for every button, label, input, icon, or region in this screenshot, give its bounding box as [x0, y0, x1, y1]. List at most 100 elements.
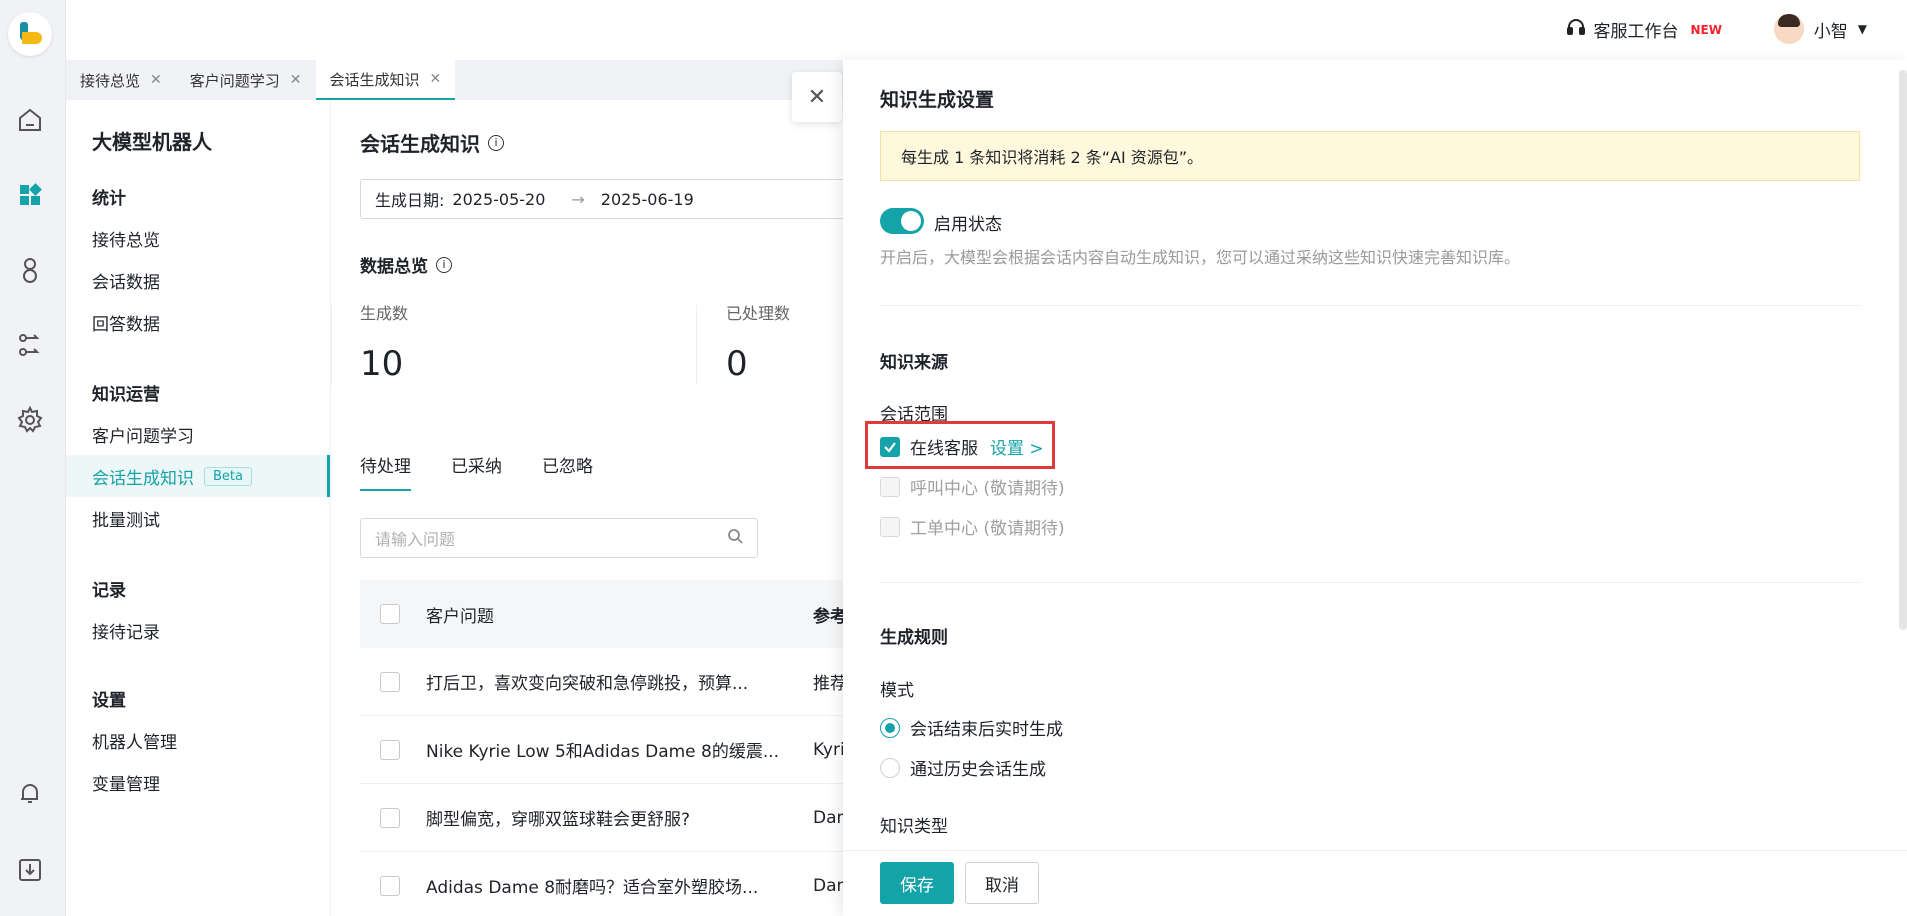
- scope-option-call-center: 呼叫中心 (敬请期待): [880, 474, 1065, 499]
- table-row[interactable]: 打后卫，喜欢变向突破和急停跳投，预算... 推荐: [360, 648, 851, 716]
- mode-option-label: 通过历史会话生成: [910, 760, 1046, 780]
- date-start[interactable]: 2025-05-20: [452, 190, 545, 209]
- table-row[interactable]: Nike Kyrie Low 5和Adidas Dame 8的缓震... Kyr…: [360, 716, 851, 784]
- checkbox-ticket-center: [880, 516, 900, 537]
- caret-down-icon: ▼: [1857, 22, 1867, 36]
- page-tabs: 接待总览 ✕ 客户问题学习 ✕ 会话生成知识 ✕: [66, 60, 846, 100]
- row-checkbox[interactable]: [380, 875, 400, 896]
- close-icon[interactable]: ✕: [150, 72, 162, 88]
- date-range-picker[interactable]: 生成日期: 2025-05-20 → 2025-06-19: [360, 179, 851, 219]
- tab-pending[interactable]: 待处理: [360, 452, 411, 491]
- info-icon[interactable]: i: [488, 134, 504, 151]
- workspace-link[interactable]: 客服工作台 NEW: [1566, 17, 1722, 42]
- app-logo[interactable]: [8, 12, 52, 56]
- stat-label: 生成数: [360, 304, 409, 323]
- mode-option-label: 会话结束后实时生成: [910, 720, 1063, 740]
- column-header-reference: 参考: [813, 606, 847, 627]
- radio-history[interactable]: [880, 757, 900, 778]
- search-icon[interactable]: [727, 528, 743, 548]
- select-all-checkbox[interactable]: [380, 604, 400, 624]
- search-placeholder: 请输入问题: [375, 530, 456, 549]
- robot-icon[interactable]: [15, 255, 45, 285]
- sidebar-item-session-knowledge[interactable]: 会话生成知识 Beta: [66, 455, 330, 497]
- mode-option-realtime[interactable]: 会话结束后实时生成: [880, 715, 1063, 740]
- bell-icon[interactable]: [15, 778, 45, 808]
- page-title-text: 会话生成知识: [360, 132, 480, 156]
- beta-badge: Beta: [204, 466, 252, 486]
- settings-link[interactable]: 设置 >: [990, 434, 1044, 459]
- sidebar-item-session-data[interactable]: 会话数据: [66, 259, 330, 301]
- tab-question-learning[interactable]: 客户问题学习 ✕: [176, 60, 316, 100]
- table-row[interactable]: Adidas Dame 8耐磨吗？适合室外塑胶场... Dam: [360, 852, 851, 916]
- tab-ignored[interactable]: 已忽略: [542, 452, 593, 491]
- close-icon[interactable]: ✕: [430, 71, 442, 87]
- sidebar-item-bot-management[interactable]: 机器人管理: [66, 719, 330, 761]
- search-input[interactable]: 请输入问题: [360, 518, 758, 558]
- info-icon[interactable]: i: [436, 256, 452, 273]
- cost-notice: 每生成 1 条知识将消耗 2 条“AI 资源包”。: [880, 131, 1860, 181]
- tab-label: 客户问题学习: [189, 71, 280, 90]
- stat-generated: 生成数 10: [360, 300, 408, 390]
- table-row[interactable]: 脚型偏宽，穿哪双篮球鞋会更舒服? Dam: [360, 784, 851, 852]
- radio-realtime[interactable]: [880, 717, 900, 738]
- apps-icon[interactable]: [15, 180, 45, 210]
- tab-adopted[interactable]: 已采纳: [451, 452, 502, 491]
- scope-option-label: 在线客服: [910, 439, 978, 459]
- section-title-rules: 生成规则: [880, 628, 948, 648]
- scope-option-online[interactable]: 在线客服 设置 >: [880, 434, 1044, 459]
- scope-option-label: 呼叫中心 (敬请期待): [910, 479, 1065, 499]
- tab-reception-overview[interactable]: 接待总览 ✕: [66, 60, 176, 100]
- mode-label: 模式: [880, 681, 914, 701]
- workspace-label: 客服工作台: [1593, 22, 1679, 42]
- avatar: [1773, 14, 1804, 44]
- sidebar-item-overview[interactable]: 接待总览: [66, 217, 330, 259]
- date-label: 生成日期:: [375, 191, 445, 210]
- sidebar-item-label: 会话生成知识: [92, 468, 194, 489]
- status-tabs: 待处理 已采纳 已忽略: [360, 452, 593, 491]
- new-badge: NEW: [1690, 22, 1722, 37]
- sidebar: 大模型机器人 统计 接待总览 会话数据 回答数据 知识运营 客户问题学习 会话生…: [66, 100, 330, 916]
- table-header: 客户问题 参考: [360, 580, 851, 648]
- checkbox-call-center: [880, 476, 900, 497]
- stat-value: 0: [726, 344, 748, 384]
- download-icon[interactable]: [15, 855, 45, 885]
- checkbox-online[interactable]: [880, 436, 900, 457]
- enable-toggle[interactable]: [880, 208, 924, 234]
- sidebar-item-reception-records[interactable]: 接待记录: [66, 609, 330, 651]
- sidebar-item-variable-management[interactable]: 变量管理: [66, 761, 330, 803]
- stat-processed: 已处理数 0: [726, 300, 790, 390]
- row-checkbox[interactable]: [380, 739, 400, 760]
- tab-label: 会话生成知识: [329, 70, 420, 89]
- row-checkbox[interactable]: [380, 807, 400, 828]
- headset-icon: [1566, 17, 1586, 42]
- column-header-question: 客户问题: [426, 606, 494, 627]
- user-name: 小智: [1813, 21, 1848, 42]
- user-menu[interactable]: 小智 ▼: [1773, 14, 1867, 44]
- close-icon[interactable]: ✕: [290, 72, 302, 88]
- flow-icon[interactable]: [15, 330, 45, 360]
- scrollbar[interactable]: [1899, 70, 1907, 630]
- save-button[interactable]: 保存: [880, 862, 954, 904]
- stat-value: 10: [360, 344, 404, 384]
- group-title-ops: 知识运营: [92, 385, 160, 405]
- row-question: 脚型偏宽，穿哪双篮球鞋会更舒服?: [426, 810, 691, 830]
- cancel-button[interactable]: 取消: [965, 862, 1039, 904]
- row-checkbox[interactable]: [380, 671, 400, 692]
- arrow-right-icon: →: [571, 189, 585, 209]
- tab-label: 接待总览: [80, 71, 141, 90]
- mode-option-history[interactable]: 通过历史会话生成: [880, 755, 1046, 780]
- drawer-footer: 保存 取消: [843, 850, 1907, 916]
- date-end[interactable]: 2025-06-19: [601, 190, 694, 209]
- tab-session-knowledge[interactable]: 会话生成知识 ✕: [315, 60, 456, 100]
- settings-gear-icon[interactable]: [15, 405, 45, 435]
- sidebar-item-question-learning[interactable]: 客户问题学习: [66, 413, 330, 455]
- knowledge-settings-drawer: 知识生成设置 每生成 1 条知识将消耗 2 条“AI 资源包”。 启用状态 开启…: [843, 60, 1907, 916]
- group-title-settings: 设置: [92, 691, 126, 711]
- scope-option-ticket-center: 工单中心 (敬请期待): [880, 514, 1065, 539]
- sidebar-item-answer-data[interactable]: 回答数据: [66, 301, 330, 343]
- overview-title-text: 数据总览: [360, 257, 428, 277]
- drawer-close-button[interactable]: ✕: [792, 72, 842, 122]
- divider: [696, 305, 697, 385]
- sidebar-item-batch-test[interactable]: 批量测试: [66, 497, 330, 539]
- home-icon[interactable]: [15, 105, 45, 135]
